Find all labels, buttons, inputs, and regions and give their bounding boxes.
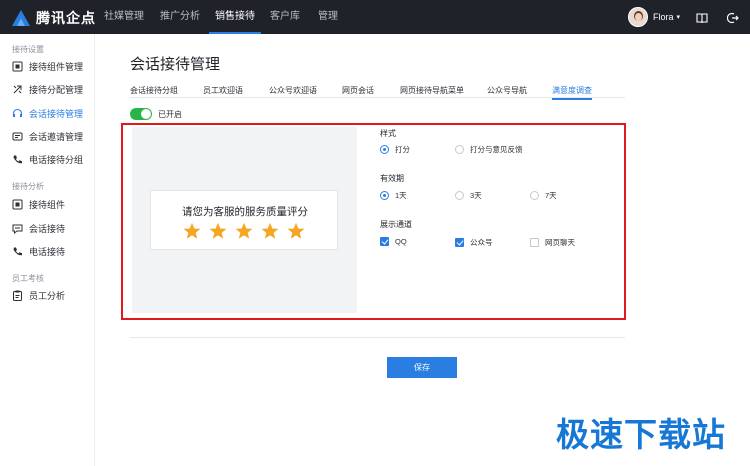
sidebar-group-title: 员工考核 xyxy=(12,274,44,283)
sidebar-item-label: 会话邀请管理 xyxy=(29,131,84,142)
nav-item-customers[interactable]: 客户库 xyxy=(270,0,300,34)
sidebar-item-phone-group[interactable]: 电话接待分组 xyxy=(12,148,83,170)
user-name: Flora xyxy=(653,12,674,22)
channel-option-web-chat[interactable]: 网页聊天 xyxy=(530,237,575,248)
style-title: 样式 xyxy=(380,129,396,138)
style-option-score[interactable]: 打分 xyxy=(380,144,410,155)
sidebar: 接待设置 接待组件管理 接待分配管理 会话接待管理 会话邀请管理 电话接待分组 … xyxy=(0,34,95,466)
tab-session-group[interactable]: 会话接待分组 xyxy=(130,85,178,96)
sidebar-item-session-reception[interactable]: 会话接待管理 xyxy=(12,102,83,124)
checkbox[interactable] xyxy=(380,237,389,246)
nav-item-promotion[interactable]: 推广分析 xyxy=(160,0,200,34)
option-label: 打分 xyxy=(395,145,410,154)
widget-icon xyxy=(12,199,23,210)
sidebar-item-session-invite[interactable]: 会话邀请管理 xyxy=(12,125,83,147)
sidebar-item-staff-analysis[interactable]: 员工分析 xyxy=(12,284,65,306)
clipboard-icon xyxy=(12,290,23,301)
invite-icon xyxy=(12,131,23,142)
checkbox[interactable] xyxy=(530,238,539,247)
headset-icon xyxy=(12,108,23,119)
chevron-down-icon: ▾ xyxy=(676,14,681,21)
validity-option-3-days[interactable]: 3天 xyxy=(455,190,482,201)
widget-icon xyxy=(12,61,23,72)
sidebar-item-label: 会话接待 xyxy=(29,223,66,234)
app-logo[interactable]: 腾讯企点 xyxy=(12,8,96,28)
user-menu[interactable]: Flora ▾ xyxy=(628,7,680,27)
chat-icon xyxy=(12,223,23,234)
phone-icon xyxy=(12,246,23,257)
phone-icon xyxy=(12,154,23,165)
style-option-score-feedback[interactable]: 打分与意见反馈 xyxy=(455,144,523,155)
tab-official-account-nav[interactable]: 公众号导航 xyxy=(487,85,527,96)
tab-staff-welcome[interactable]: 员工欢迎语 xyxy=(203,85,243,96)
option-label: 网页聊天 xyxy=(545,238,575,247)
option-label: 3天 xyxy=(470,191,482,200)
page-title: 会话接待管理 xyxy=(130,56,221,73)
toggle-label: 已开启 xyxy=(158,110,182,119)
distribute-icon xyxy=(12,84,23,95)
divider xyxy=(130,337,625,338)
tab-web-session[interactable]: 网页会话 xyxy=(342,85,374,96)
sidebar-item-label: 电话接待分组 xyxy=(29,154,84,165)
rating-stars xyxy=(183,222,307,240)
star-icon[interactable] xyxy=(235,222,253,240)
channel-option-qq[interactable]: QQ xyxy=(380,237,407,246)
rating-prompt: 请您为客服的服务质量评分 xyxy=(182,206,308,218)
avatar xyxy=(628,7,648,27)
option-label: 7天 xyxy=(545,191,557,200)
sidebar-item-widget-management[interactable]: 接待组件管理 xyxy=(12,55,83,77)
sidebar-item-label: 员工分析 xyxy=(29,290,66,301)
radio-button[interactable] xyxy=(530,191,539,200)
option-label: 1天 xyxy=(395,191,407,200)
star-icon[interactable] xyxy=(209,222,227,240)
validity-option-7-days[interactable]: 7天 xyxy=(530,190,557,201)
nav-item-sales-reception[interactable]: 销售接待 xyxy=(209,0,261,34)
radio-button[interactable] xyxy=(380,191,389,200)
logo-text: 腾讯企点 xyxy=(36,10,96,26)
radio-button[interactable] xyxy=(455,145,464,154)
tab-satisfaction-survey[interactable]: 满意度调查 xyxy=(552,85,592,100)
sidebar-item-label: 接待组件管理 xyxy=(29,61,84,72)
validity-title: 有效期 xyxy=(380,174,404,183)
watermark: 极速下载站 xyxy=(556,415,726,454)
option-label: 打分与意见反馈 xyxy=(470,145,523,154)
sidebar-item-distribution[interactable]: 接待分配管理 xyxy=(12,78,83,100)
sidebar-group-title: 接待分析 xyxy=(12,182,44,191)
channels-title: 展示通道 xyxy=(380,220,412,229)
sidebar-item-phone-analysis[interactable]: 电话接待 xyxy=(12,240,65,262)
option-label: QQ xyxy=(395,237,407,246)
sidebar-item-label: 接待组件 xyxy=(29,199,66,210)
sidebar-item-label: 电话接待 xyxy=(29,246,66,257)
tab-web-nav-menu[interactable]: 网页接待导航菜单 xyxy=(400,85,464,96)
top-bar: 腾讯企点 社媒管理 推广分析 销售接待 客户库 管理 Flora ▾ xyxy=(0,0,750,34)
checkbox[interactable] xyxy=(455,238,464,247)
radio-button[interactable] xyxy=(380,145,389,154)
sidebar-item-label: 接待分配管理 xyxy=(29,84,84,95)
sidebar-item-session-analysis[interactable]: 会话接待 xyxy=(12,217,65,239)
nav-item-admin[interactable]: 管理 xyxy=(318,0,338,34)
star-icon[interactable] xyxy=(261,222,279,240)
logo-icon xyxy=(12,10,30,26)
save-button[interactable]: 保存 xyxy=(387,357,457,378)
nav-item-social[interactable]: 社媒管理 xyxy=(104,0,144,34)
sidebar-item-label: 会话接待管理 xyxy=(29,108,84,119)
option-label: 公众号 xyxy=(470,238,493,247)
book-icon[interactable] xyxy=(696,11,708,24)
sidebar-item-widget-analysis[interactable]: 接待组件 xyxy=(12,193,65,215)
radio-button[interactable] xyxy=(455,191,464,200)
rating-card: 请您为客服的服务质量评分 xyxy=(150,190,338,250)
enable-toggle[interactable] xyxy=(130,108,152,120)
star-icon[interactable] xyxy=(287,222,305,240)
channel-option-official-account[interactable]: 公众号 xyxy=(455,237,493,248)
sidebar-group-title: 接待设置 xyxy=(12,45,44,54)
logout-icon[interactable] xyxy=(726,11,739,24)
star-icon[interactable] xyxy=(183,222,201,240)
tab-official-account-welcome[interactable]: 公众号欢迎语 xyxy=(269,85,317,96)
validity-option-1-day[interactable]: 1天 xyxy=(380,190,407,201)
tab-bar: 会话接待分组 员工欢迎语 公众号欢迎语 网页会话 网页接待导航菜单 公众号导航 … xyxy=(130,80,625,100)
